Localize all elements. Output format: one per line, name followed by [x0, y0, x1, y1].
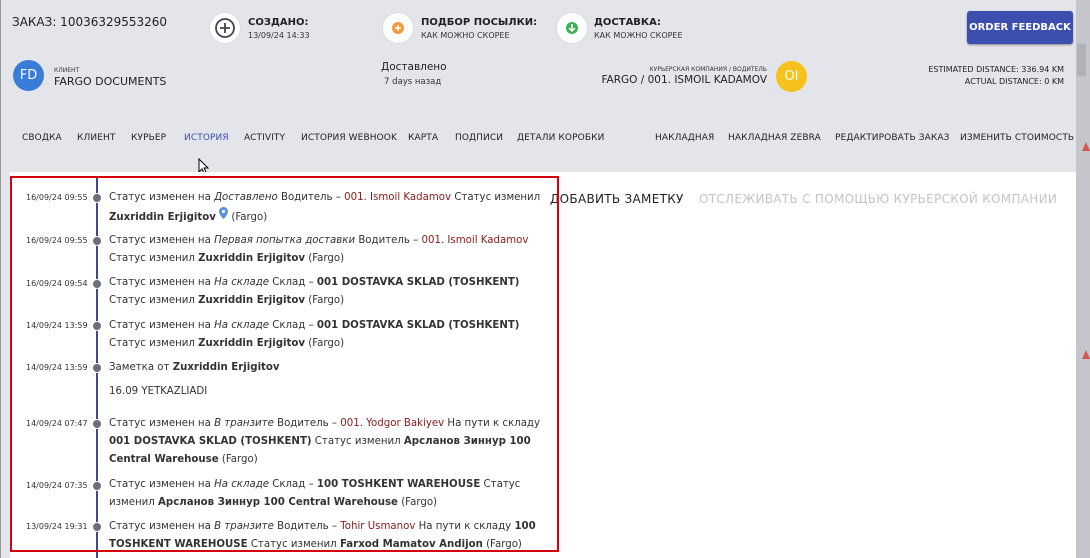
- pickup-title: ПОДБОР ПОСЫЛКИ:: [421, 17, 538, 28]
- actual-distance: ACTUAL DISTANCE: 0 KM: [964, 77, 1064, 86]
- warning-icon: [1082, 142, 1090, 151]
- tab-box-details[interactable]: ДЕТАЛИ КОРОБКИ: [517, 133, 604, 143]
- order-panel: ЗАКАЗ: 10036329553260 СОЗДАНО: 13/09/24 …: [0, 0, 1077, 558]
- pickup-value: КАК МОЖНО СКОРЕЕ: [421, 31, 510, 40]
- estimated-distance: ESTIMATED DISTANCE: 336.94 KM: [928, 65, 1064, 74]
- order-feedback-button[interactable]: ORDER FEEDBACK: [967, 11, 1073, 44]
- delivery-title: ДОСТАВКА:: [594, 17, 661, 28]
- tab-summary[interactable]: СВОДКА: [22, 133, 62, 143]
- order-id: ЗАКАЗ: 10036329553260: [12, 15, 168, 29]
- tab-webhook-history[interactable]: ИСТОРИЯ WEBHOOK: [301, 133, 397, 143]
- highlight-box: [10, 176, 559, 552]
- zebra-invoice-link[interactable]: НАКЛАДНАЯ ZEBRA: [728, 133, 821, 143]
- scrollbar-thumb[interactable]: [1077, 44, 1086, 76]
- edit-order-link[interactable]: РЕДАКТИРОВАТЬ ЗАКАЗ: [835, 133, 949, 143]
- tab-activity[interactable]: ACTIVITY: [244, 133, 285, 143]
- pickup-icon: [383, 13, 413, 43]
- add-note-button[interactable]: ДОБАВИТЬ ЗАМЕТКУ: [550, 192, 684, 206]
- tab-history[interactable]: ИСТОРИЯ: [184, 133, 229, 143]
- tab-map[interactable]: КАРТА: [408, 133, 438, 143]
- tab-client[interactable]: КЛИЕНТ: [77, 133, 115, 143]
- tab-signatures[interactable]: ПОДПИСИ: [455, 133, 503, 143]
- tab-courier[interactable]: КУРЬЕР: [131, 133, 166, 143]
- delivery-value: КАК МОЖНО СКОРЕЕ: [594, 31, 683, 40]
- plus-circle-icon: [210, 13, 240, 43]
- change-price-link[interactable]: ИЗМЕНИТЬ СТОИМОСТЬ: [960, 133, 1074, 143]
- created-value: 13/09/24 14:33: [248, 31, 310, 40]
- track-courier-button[interactable]: ОТСЛЕЖИВАТЬ С ПОМОЩЬЮ КУРЬЕРСКОЙ КОМПАНИ…: [699, 192, 1057, 206]
- created-title: СОЗДАНО:: [248, 17, 309, 28]
- invoice-link[interactable]: НАКЛАДНАЯ: [655, 133, 714, 143]
- background-page-strip: [1076, 0, 1090, 558]
- delivery-icon: [557, 13, 587, 43]
- warning-icon: [1082, 350, 1090, 359]
